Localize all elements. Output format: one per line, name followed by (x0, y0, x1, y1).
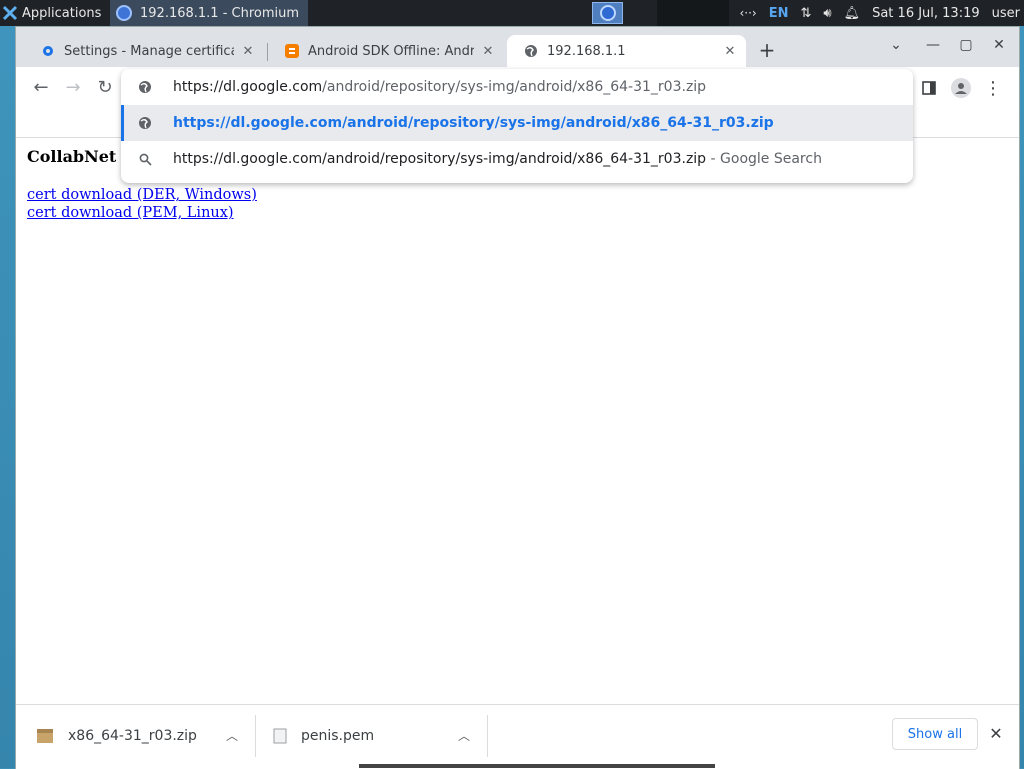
side-panel-icon[interactable] (918, 77, 940, 99)
reload-icon[interactable]: ↻ (94, 77, 116, 99)
volume-icon[interactable]: 🔊︎ (823, 6, 831, 21)
globe-icon (137, 115, 153, 131)
show-all-downloads-button[interactable]: Show all (892, 718, 978, 750)
suggestion-text: https://dl.google.com/android/repository… (173, 151, 707, 167)
minimize-button[interactable]: — (923, 37, 943, 53)
top-panel: Applications ⋮ 192.168.1.1 - Chromium ‹·… (0, 0, 1024, 26)
chromium-icon (116, 5, 132, 21)
omnibox-suggestion-search[interactable]: https://dl.google.com/android/repository… (121, 141, 913, 177)
taskbar-window-title: 192.168.1.1 - Chromium (140, 5, 300, 21)
close-tab-icon[interactable]: ✕ (240, 43, 256, 59)
gear-icon (40, 43, 56, 59)
keyboard-layout-indicator[interactable]: EN (769, 6, 789, 21)
omnibox-input[interactable]: https://dl.google.com/android/repository… (121, 69, 913, 105)
tab-settings[interactable]: Settings - Manage certificates ✕ (24, 35, 264, 67)
horizontal-scrollbar[interactable] (359, 764, 715, 768)
der-cert-download-link[interactable]: cert download (DER, Windows) (27, 187, 257, 203)
globe-icon (523, 43, 539, 59)
page-content: CollabNet C cert download (DER, Windows)… (16, 138, 1019, 704)
download-item[interactable]: x86_64-31_r03.zip ︿ (36, 705, 254, 767)
forward-arrow-icon[interactable]: → (62, 77, 84, 99)
applications-menu[interactable]: Applications ⋮ (2, 0, 118, 26)
close-window-button[interactable]: ✕ (989, 37, 1009, 53)
archive-icon (36, 728, 54, 744)
applications-label: Applications (22, 5, 102, 21)
page-heading: CollabNet C (27, 147, 135, 166)
notification-bell-icon[interactable]: 🔔︎ (844, 6, 861, 21)
tab-192-168-1-1[interactable]: 192.168.1.1 ✕ (507, 35, 746, 67)
back-arrow-icon[interactable]: ← (30, 77, 52, 99)
menu-kebab-icon[interactable]: ⋮ (982, 77, 1004, 99)
file-icon (273, 728, 287, 744)
download-filename: x86_64-31_r03.zip (68, 728, 197, 744)
network-code-icon[interactable]: ‹··› (739, 6, 756, 20)
download-divider (255, 715, 256, 757)
profile-avatar-icon[interactable] (950, 77, 972, 99)
suggestion-text: https://dl.google.com/android/repository… (173, 115, 774, 131)
omnibox-dropdown: https://dl.google.com/android/repository… (121, 69, 913, 183)
tab-strip: Settings - Manage certificates ✕ Android… (16, 27, 1019, 67)
tab-title: 192.168.1.1 (547, 43, 626, 59)
close-tab-icon[interactable]: ✕ (480, 43, 496, 59)
omnibox-host: https://dl.google.com (173, 79, 323, 95)
blogger-icon (284, 43, 300, 59)
download-divider (487, 715, 488, 757)
new-tab-button[interactable]: + (757, 40, 777, 60)
tab-title: Settings - Manage certificates (64, 43, 234, 59)
download-filename: penis.pem (301, 728, 375, 744)
tab-title: Android SDK Offline: Android (308, 43, 474, 59)
workspace-chromium-icon (599, 5, 616, 21)
chevron-up-icon[interactable]: ︿ (456, 728, 472, 744)
omnibox-suggestion-url[interactable]: https://dl.google.com/android/repository… (121, 105, 913, 141)
search-icon (137, 151, 153, 167)
download-shelf: x86_64-31_r03.zip ︿ penis.pem ︿ Show all… (16, 704, 1019, 769)
selection-indicator (121, 105, 124, 141)
user-menu[interactable]: user (992, 6, 1020, 21)
close-tab-icon[interactable]: ✕ (722, 43, 738, 59)
download-item[interactable]: penis.pem ︿ (273, 705, 487, 767)
tab-android-sdk[interactable]: Android SDK Offline: Android ✕ (268, 35, 504, 67)
xfce-logo-icon (2, 5, 18, 21)
close-download-shelf-icon[interactable]: ✕ (987, 725, 1005, 743)
omnibox-path: /android/repository/sys-img/android/x86_… (322, 79, 707, 95)
taskbar-chromium-window[interactable]: 192.168.1.1 - Chromium (110, 0, 308, 26)
panel-spacer (657, 0, 729, 26)
system-tray: ‹··› EN ⇅ 🔊︎ 🔔︎ Sat 16 Jul, 13:19 user (739, 0, 1024, 26)
chevron-up-icon[interactable]: ︿ (224, 728, 240, 744)
network-transfer-icon[interactable]: ⇅ (800, 6, 811, 21)
globe-icon (137, 79, 153, 95)
maximize-button[interactable]: ▢ (956, 37, 976, 53)
tab-search-chevron-icon[interactable]: ⌄ (886, 37, 906, 53)
pem-cert-download-link[interactable]: cert download (PEM, Linux) (27, 205, 234, 221)
clock[interactable]: Sat 16 Jul, 13:19 (872, 6, 980, 21)
workspace-switcher[interactable] (592, 2, 623, 24)
suggestion-suffix: - Google Search (706, 151, 822, 167)
browser-window: Settings - Manage certificates ✕ Android… (16, 27, 1019, 769)
